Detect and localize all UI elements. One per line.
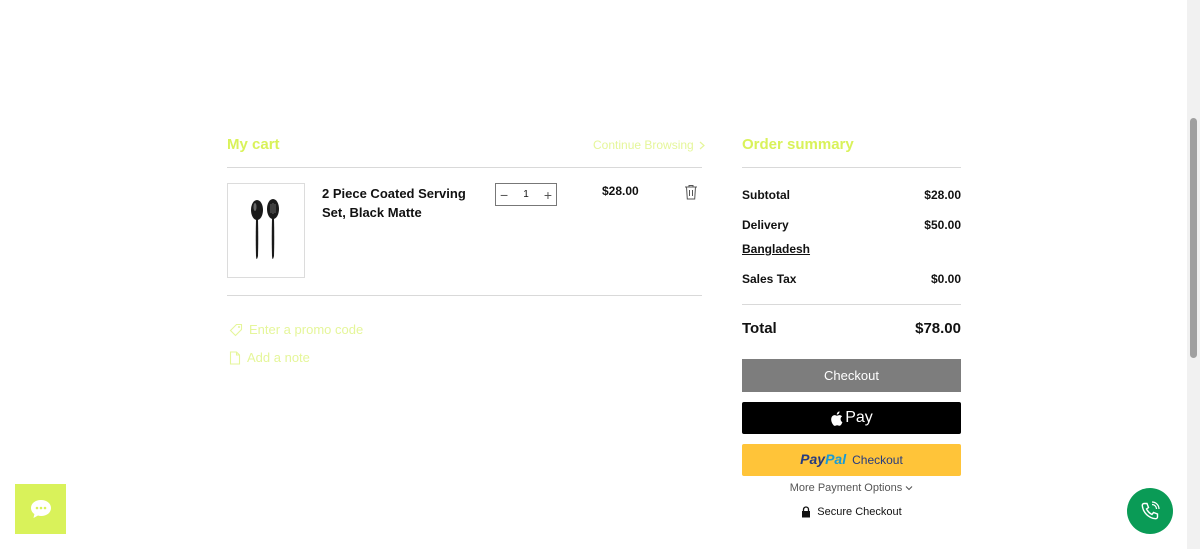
chevron-down-icon <box>905 486 913 491</box>
note-icon <box>229 350 241 365</box>
more-payment-options-label: More Payment Options <box>789 482 903 494</box>
checkout-button[interactable]: Checkout <box>742 359 961 392</box>
paypal-logo-pay: Pay <box>800 451 826 467</box>
summary-divider-bottom <box>742 304 961 305</box>
lock-icon <box>802 506 811 518</box>
cart-title: My cart <box>227 136 280 153</box>
checkout-label: Checkout <box>824 368 879 383</box>
delivery-label: Delivery <box>742 218 789 232</box>
paypal-logo: PayPal <box>800 451 846 469</box>
add-note-link[interactable]: Add a note <box>229 350 310 365</box>
total-value: $78.00 <box>915 320 961 337</box>
tag-icon <box>229 323 243 336</box>
quantity-stepper: − 1 + <box>495 183 557 206</box>
apple-pay-button[interactable]: Pay <box>742 402 961 434</box>
apple-pay-label: Pay <box>845 409 873 426</box>
paypal-button[interactable]: PayPal Checkout <box>742 444 961 476</box>
phone-icon <box>1141 501 1160 520</box>
add-note-label: Add a note <box>247 350 310 365</box>
sales-tax-row: Sales Tax $0.00 <box>742 272 961 286</box>
item-price: $28.00 <box>602 184 639 198</box>
promo-code-link[interactable]: Enter a promo code <box>229 322 363 337</box>
chat-icon <box>30 500 51 518</box>
subtotal-label: Subtotal <box>742 188 790 202</box>
subtotal-row: Subtotal $28.00 <box>742 188 961 202</box>
delivery-destination-link[interactable]: Bangladesh <box>742 242 810 256</box>
order-summary-title: Order summary <box>742 136 854 153</box>
subtotal-value: $28.00 <box>924 188 961 202</box>
cart-divider-top <box>227 167 702 168</box>
promo-code-label: Enter a promo code <box>249 322 364 337</box>
plus-icon[interactable]: + <box>544 188 552 202</box>
continue-browsing-link[interactable]: Continue Browsing <box>593 138 705 152</box>
phone-widget-button[interactable] <box>1127 488 1173 534</box>
paypal-checkout-label: Checkout <box>852 453 903 467</box>
minus-icon[interactable]: − <box>500 188 508 202</box>
apple-icon <box>831 410 843 426</box>
trash-icon[interactable] <box>684 184 698 200</box>
secure-checkout: Secure Checkout <box>742 506 961 518</box>
chat-widget-button[interactable] <box>15 484 66 534</box>
paypal-logo-pal: Pal <box>825 451 847 467</box>
total-row: Total $78.00 <box>742 320 961 337</box>
continue-browsing-label: Continue Browsing <box>593 138 694 152</box>
secure-checkout-label: Secure Checkout <box>817 506 902 518</box>
more-payment-options[interactable]: More Payment Options <box>742 482 961 494</box>
total-label: Total <box>742 320 777 337</box>
serving-spoons-image <box>251 199 279 259</box>
cart-divider-bottom <box>227 295 702 296</box>
page-scrollbar-thumb[interactable] <box>1190 118 1197 358</box>
sales-tax-label: Sales Tax <box>742 272 797 286</box>
summary-divider-top <box>742 167 961 168</box>
chevron-right-icon <box>699 141 705 149</box>
delivery-row: Delivery $50.00 <box>742 218 961 232</box>
sales-tax-value: $0.00 <box>930 272 961 286</box>
product-image[interactable] <box>227 183 305 278</box>
delivery-value: $50.00 <box>924 218 961 232</box>
quantity-value[interactable]: 1 <box>523 189 529 200</box>
product-name[interactable]: 2 Piece Coated Serving Set, Black Matte <box>322 184 472 222</box>
